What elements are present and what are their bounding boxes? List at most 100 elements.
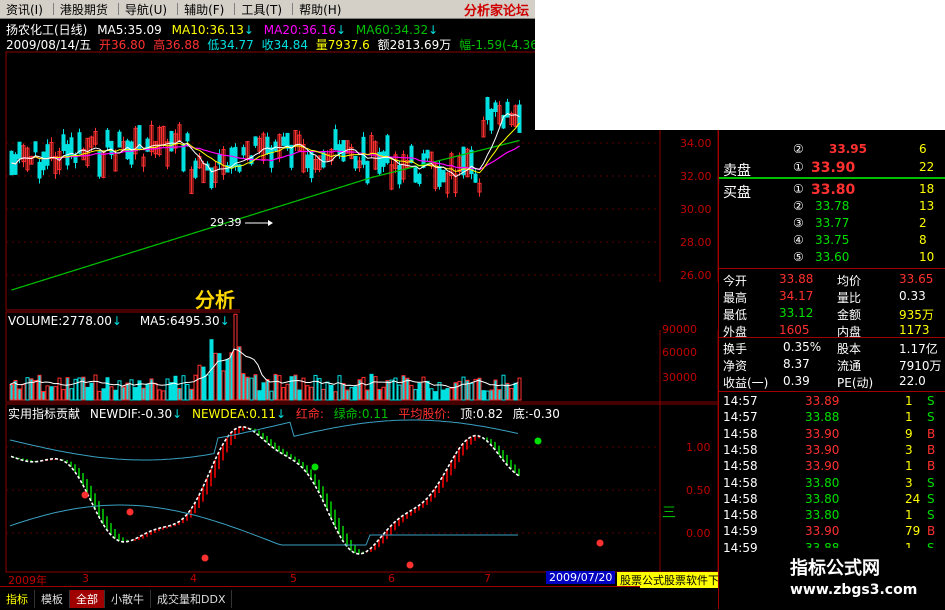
volume-bar [457, 380, 462, 401]
indicator-signal-dots [81, 437, 604, 569]
stat-value: 0.35% [783, 340, 822, 354]
stat-key: PE(动) [837, 376, 874, 390]
tick-side: S [927, 394, 935, 408]
candle-body [517, 104, 522, 133]
candle-body [37, 161, 42, 179]
tick-side: B [927, 459, 936, 474]
tab-small-bull[interactable]: 小散牛 [105, 589, 151, 608]
volume-bar [89, 382, 94, 401]
stat-row: 14:57 33.89 1 S [719, 394, 945, 410]
tick-volume: 1 [905, 410, 913, 425]
x-axis-label: 3 [82, 572, 89, 585]
candle-body [417, 173, 422, 184]
tick-volume: 79 [905, 524, 921, 539]
volume-bar [497, 389, 502, 401]
volume-bar [345, 389, 350, 401]
tick-time: 14:59 [723, 540, 758, 555]
section-divider [719, 391, 945, 392]
stat-key: 金额 [837, 308, 862, 322]
stat-value: 1605 [779, 323, 810, 337]
volume-bar [161, 390, 166, 401]
kline-chart[interactable] [0, 0, 718, 586]
tick-price: 33.90 [805, 459, 840, 474]
volume-bar [509, 388, 514, 401]
tick-side: B [927, 442, 936, 457]
volume-bar [257, 390, 262, 401]
volume-bar [513, 382, 518, 401]
stat-key: 股本 [837, 342, 862, 356]
stat-key: 最高 [723, 291, 748, 305]
volume-bar [289, 376, 294, 401]
buy-row-2: ② 33.78 13 [719, 199, 945, 215]
tick-side: S [927, 475, 935, 490]
volume-bar [69, 388, 74, 401]
volume-bar [37, 374, 42, 401]
volume-bar [321, 388, 326, 401]
buy-volume: 10 [919, 250, 935, 264]
sell-volume: 6 [919, 142, 927, 156]
volume-bar [153, 382, 158, 401]
volume-bar [337, 375, 342, 401]
stat-row: 14:58 33.80 24 S [719, 492, 945, 508]
volume-bar [273, 373, 278, 401]
candle-body [33, 141, 38, 153]
stat-key: 量比 [837, 291, 862, 305]
volume-bar [177, 387, 182, 401]
stat-value: 33.12 [779, 306, 814, 320]
volume-bar [225, 358, 230, 401]
buy-volume: 18 [919, 182, 935, 196]
tick-time: 14:57 [723, 394, 758, 408]
stat-value: 7910万 [899, 359, 942, 373]
stat-row: 最低 33.12 金额 935万 [719, 306, 945, 322]
volume-bar [97, 390, 102, 401]
volume-bar [325, 381, 330, 401]
volume-bar [409, 384, 414, 401]
tick-volume: 3 [905, 442, 913, 457]
tab-template[interactable]: 模板 [35, 589, 70, 608]
stat-value: 935万 [899, 308, 934, 322]
volume-axis-label: 30000 [662, 371, 697, 384]
signal-dot [126, 508, 134, 516]
volume-bar [277, 375, 282, 401]
volume-bar [101, 388, 106, 401]
down-arrow-icon: ↓ [172, 407, 183, 421]
sell-row-2: ② 33.95 6 [719, 142, 945, 158]
stat-row: 14:57 33.88 1 S [719, 410, 945, 426]
tab-all[interactable]: 全部 [70, 589, 105, 608]
spread-divider [719, 177, 945, 179]
volume-bar [381, 386, 386, 401]
stat-row: 净资 8.37 流通 7910万 [719, 357, 945, 373]
volume-bar [353, 386, 358, 401]
buy-price: 33.60 [815, 250, 850, 264]
volume-bar [65, 377, 70, 401]
volume-bar [81, 376, 86, 401]
tab-indicator[interactable]: 指标 [0, 589, 35, 608]
indicator-name[interactable]: 实用指标贡献 [8, 407, 80, 421]
candle-body [461, 146, 466, 176]
candle-body [241, 147, 246, 156]
candle-body [397, 165, 402, 185]
volume-bar [45, 385, 50, 401]
stat-key: 净资 [723, 359, 748, 373]
volume-axis-label: 90000 [662, 323, 697, 336]
volume-bar [61, 389, 66, 401]
volume-bar [493, 379, 498, 401]
buy-price: 33.75 [815, 233, 850, 247]
volume-bar [349, 387, 354, 401]
candle-body [441, 169, 446, 183]
level-number: ② [793, 199, 804, 213]
tick-time: 14:58 [723, 475, 758, 490]
stat-key: 均价 [837, 274, 862, 288]
volume-axis-label: 60000 [662, 346, 697, 359]
tick-side: S [927, 508, 935, 523]
volume-bar [297, 389, 302, 401]
sell-price: 33.95 [829, 142, 867, 156]
volume-ma-line [9, 348, 519, 389]
candle-body [473, 173, 478, 183]
volume-bar [41, 391, 46, 401]
stat-row: 收益(一) 0.39 PE(动) 22.0 [719, 374, 945, 390]
stat-row: 14:58 33.90 3 B [719, 443, 945, 459]
volume-bar [285, 383, 290, 401]
tab-volume-ddx[interactable]: 成交量和DDX [151, 589, 233, 608]
candle-body [229, 147, 234, 169]
